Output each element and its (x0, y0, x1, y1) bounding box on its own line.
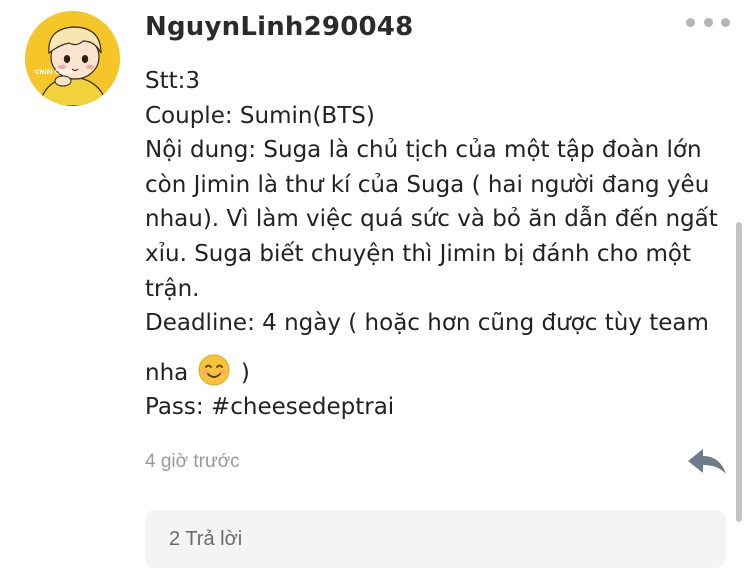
replies-count-label: 2 Trả lời (169, 528, 243, 550)
more-dots-icon (721, 17, 730, 27)
post-line-content: còn Jimin là thư kí của Suga ( hai người… (145, 171, 710, 198)
scrollbar-thumb[interactable] (736, 222, 742, 522)
more-dots-icon (703, 17, 713, 27)
more-options-button[interactable] (686, 14, 730, 30)
smiling-face-emoji-icon (198, 354, 230, 386)
post-line-stt: Stt:3 (145, 68, 201, 94)
post-text-fragment: nha (145, 359, 189, 386)
post-line-content: Nội dung: Suga là chủ tịch của một tập đ… (145, 137, 702, 164)
post-line-deadline: Deadline: 4 ngày ( hoặc hơn cũng được tù… (145, 310, 709, 337)
post-line-content: nhau). Vì làm việc quá sức và bỏ ăn dẫn … (145, 206, 718, 233)
post-text-fragment: ) (240, 359, 250, 386)
post-timestamp: 4 giờ trước (145, 451, 240, 472)
post-line-deadline-cont: nha ) (145, 354, 735, 391)
user-avatar[interactable]: CHIM CHIM (25, 11, 120, 106)
replies-toggle[interactable]: 2 Trả lời (145, 510, 726, 568)
avatar-badge-text: CHIM CHIM (35, 69, 72, 76)
more-dots-icon (686, 17, 695, 27)
post-content: Stt:3 Couple: Sumin(BTS) Nội dung: Suga … (145, 64, 735, 425)
post-line-content: xỉu. Suga biết chuyện thì Jimin bị đánh … (145, 240, 692, 267)
post-author-username[interactable]: NguynLinh290048 (145, 12, 413, 42)
post-line-content: trận. (145, 275, 200, 302)
post-line-pass: Pass: #cheesedeptrai (145, 394, 395, 421)
reply-button[interactable] (686, 444, 728, 480)
post-line-couple: Couple: Sumin(BTS) (145, 102, 375, 129)
reply-arrow-icon (688, 449, 726, 474)
avatar-illustration: CHIM CHIM (25, 11, 120, 106)
